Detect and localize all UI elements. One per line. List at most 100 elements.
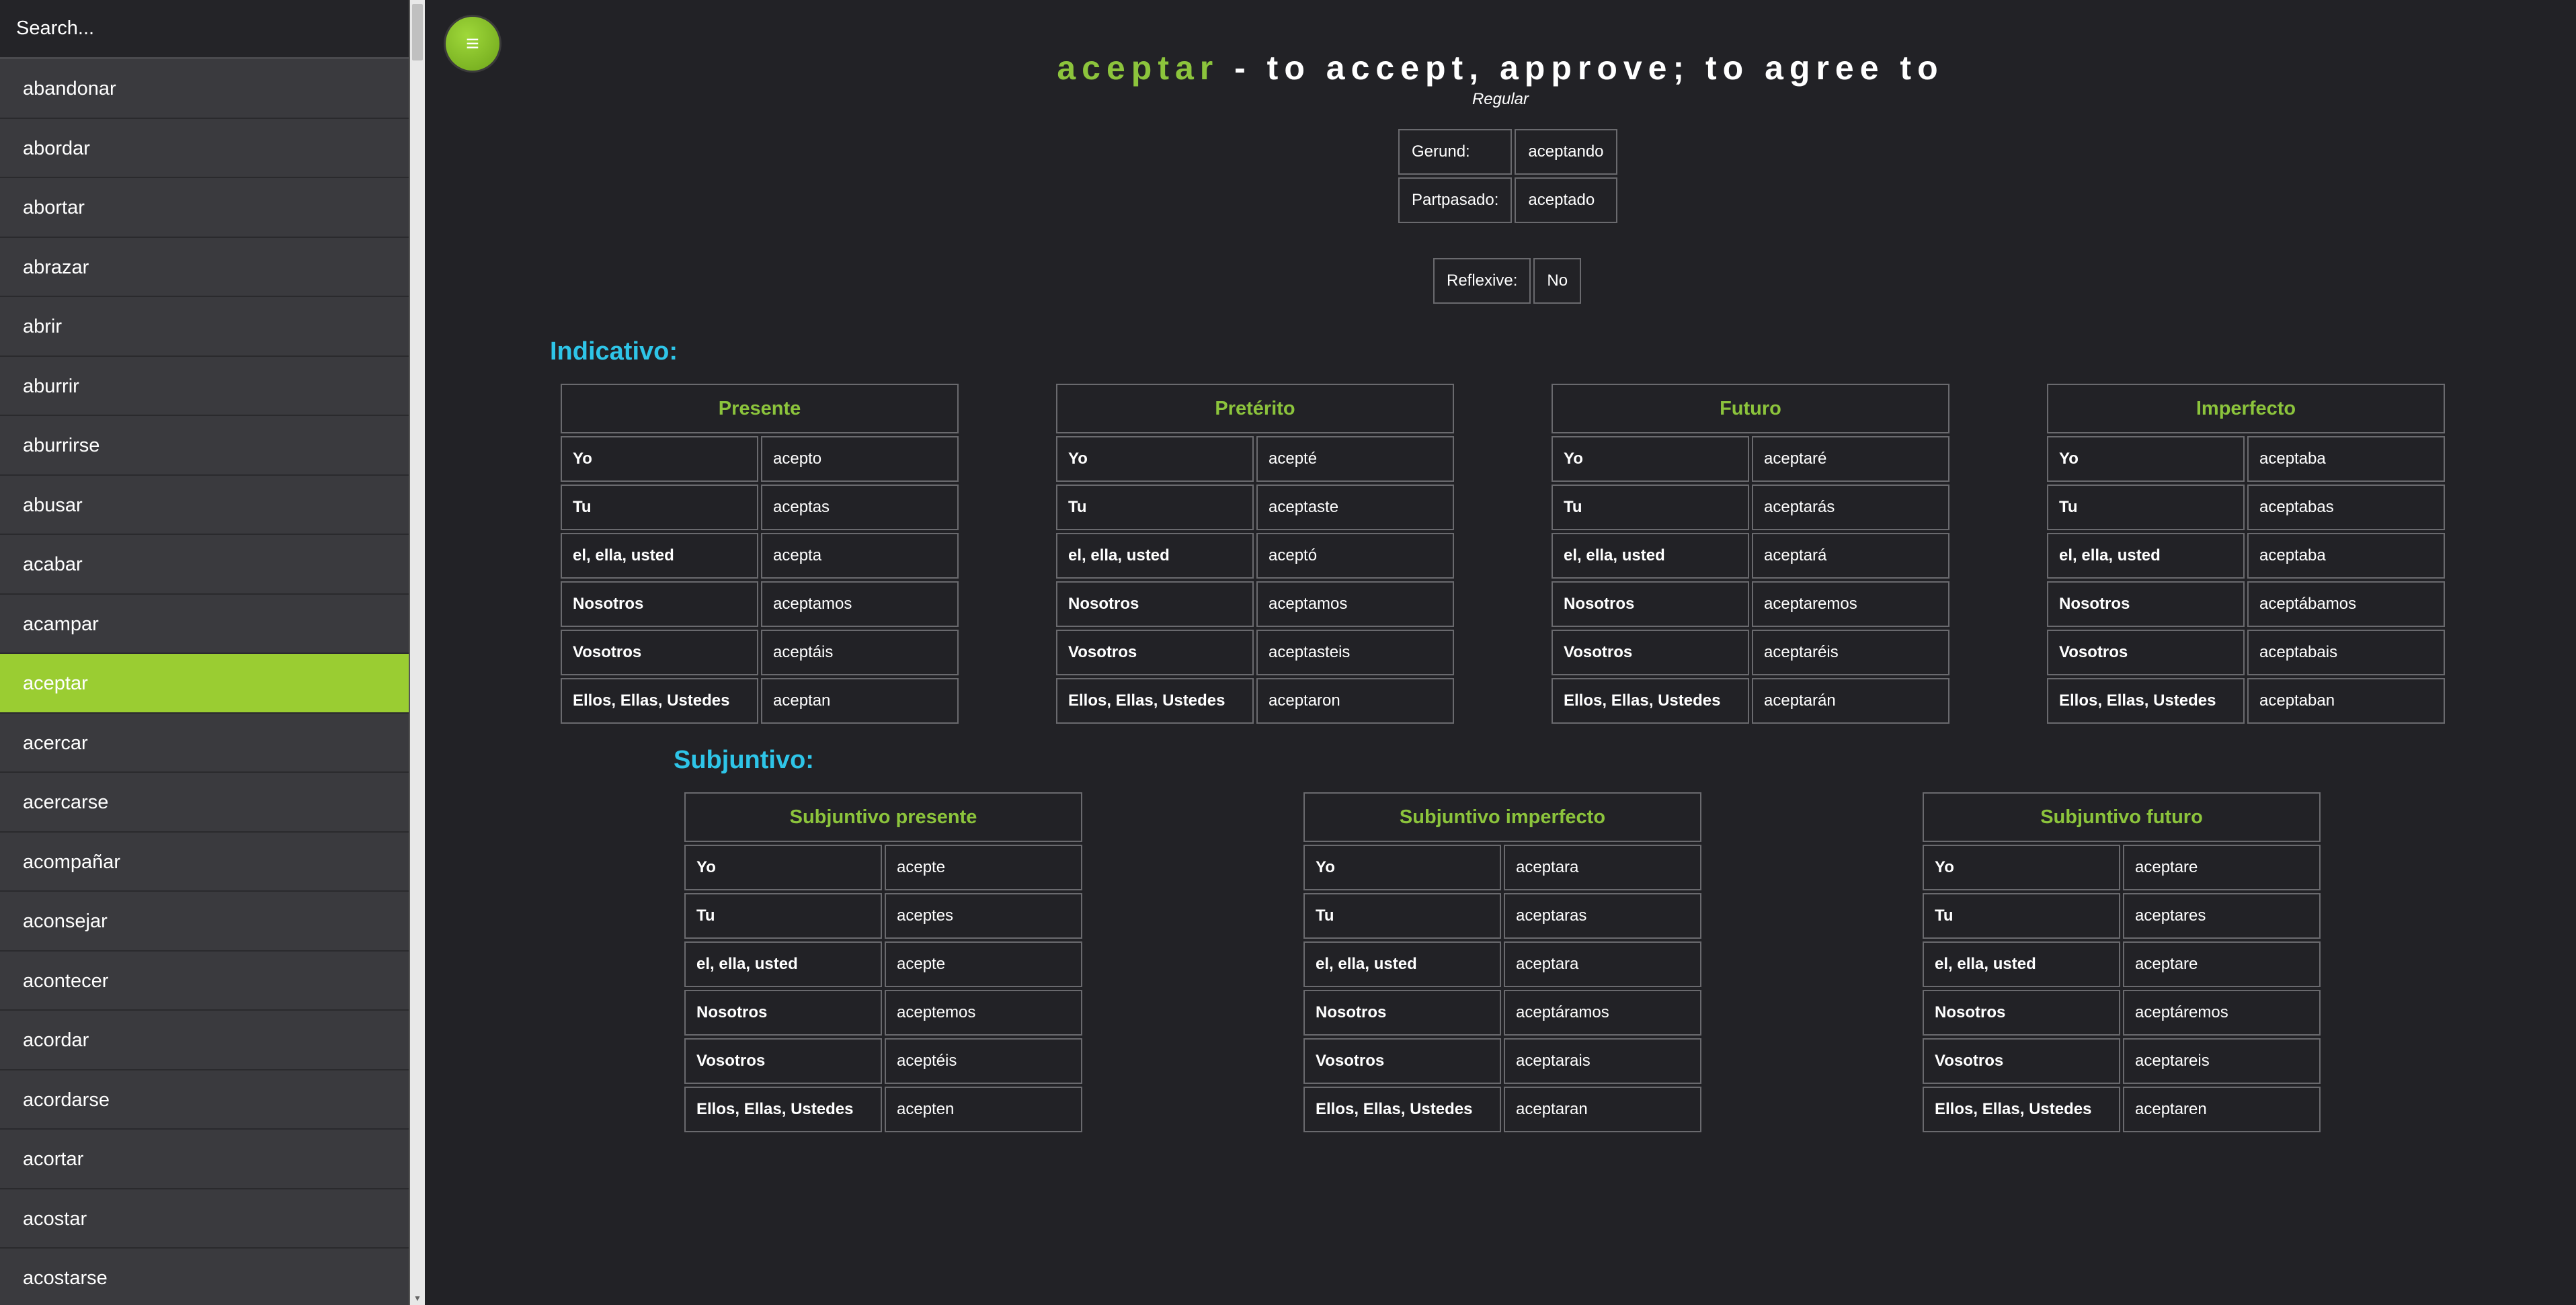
table-row: Nosotros aceptamos [1056,581,1454,627]
verb-type: Regular [1472,90,1529,108]
conjugation-cell: aceptará [1752,533,1949,579]
table-row: el, ella, usted aceptara [1303,941,1701,987]
conjugation-cell: aceptare [2123,845,2321,890]
page-title: aceptar - to accept, approve; to agree t… [425,48,2576,87]
table-row: el, ella, usted acepta [561,533,959,579]
pronoun-cell: Yo [1552,436,1749,482]
pronoun-cell: Vosotros [1552,630,1749,675]
pronoun-cell: Vosotros [684,1038,882,1084]
table-row: Vosotros aceptareis [1923,1038,2321,1084]
verb-list-item[interactable]: acampar [0,595,409,654]
conjugation-cell: aceptáremos [2123,990,2321,1036]
conjugation-cell: aceptaren [2123,1087,2321,1132]
scroll-thumb[interactable] [412,4,423,60]
table-row: Nosotros aceptáremos [1923,990,2321,1036]
conjugation-cell: aceptares [2123,893,2321,939]
table-row: Yo acepto [561,436,959,482]
table-row: el, ella, usted acepte [684,941,1082,987]
conjugation-cell: aceptes [885,893,1082,939]
conjugation-cell: aceptaba [2247,436,2445,482]
tense-header: Subjuntivo imperfecto [1303,792,1701,842]
verb-list-item[interactable]: abrazar [0,238,409,297]
gerund-value: aceptando [1515,129,1617,175]
verb-list-item[interactable]: acercar [0,714,409,773]
table-row: Ellos, Ellas, Ustedes aceptan [561,678,959,724]
tense-header: Imperfecto [2047,384,2445,433]
verb-list-item[interactable]: acostarse [0,1249,409,1305]
conjugation-cell: aceptáramos [1504,990,1701,1036]
verb-list-item[interactable]: abortar [0,178,409,238]
tense-header: Futuro [1552,384,1949,433]
verb-list-item[interactable]: acompañar [0,833,409,892]
verb-list-item[interactable]: acordar [0,1011,409,1070]
tense-header: Pretérito [1056,384,1454,433]
sidebar-scrollbar[interactable]: ▲ ▼ [410,0,425,1305]
pronoun-cell: el, ella, usted [1056,533,1254,579]
verb-list-item[interactable]: aconsejar [0,892,409,952]
table-row: Yo acepte [684,845,1082,890]
conjugation-cell: aceptéis [885,1038,1082,1084]
pronoun-cell: Vosotros [1303,1038,1501,1084]
conjugation-cell: acepte [885,845,1082,890]
verb-list-item[interactable]: acortar [0,1130,409,1189]
verb-list-item[interactable]: acercarse [0,773,409,833]
table-row: Ellos, Ellas, Ustedes aceptaban [2047,678,2445,724]
verb-list-item[interactable]: aburrir [0,357,409,416]
verb-list-item[interactable]: acabar [0,535,409,595]
table-row: Yo acepté [1056,436,1454,482]
conjugation-cell: aceptaba [2247,533,2445,579]
table-row: Tu aceptabas [2047,485,2445,530]
conjugation-cell: aceptáis [761,630,959,675]
verb-list-item[interactable]: abandonar [0,59,409,119]
tense-header: Subjuntivo presente [684,792,1082,842]
table-row: Vosotros aceptéis [684,1038,1082,1084]
search-input[interactable] [0,0,409,59]
scroll-down-arrow-icon[interactable]: ▼ [410,1292,425,1305]
table-row: Tu aceptarás [1552,485,1949,530]
verb-list-item[interactable]: aceptar [0,654,409,714]
pronoun-cell: Ellos, Ellas, Ustedes [1552,678,1749,724]
conjugation-cell: aceptaremos [1752,581,1949,627]
verb-forms-table: Gerund: aceptando Partpasado: aceptado [1396,126,1620,226]
conjugation-cell: aceptarán [1752,678,1949,724]
verb-list-item[interactable]: acordarse [0,1070,409,1130]
table-row: el, ella, usted aceptó [1056,533,1454,579]
table-row: Vosotros aceptarais [1303,1038,1701,1084]
pronoun-cell: Ellos, Ellas, Ustedes [1303,1087,1501,1132]
conjugation-table: Subjuntivo imperfecto Yo aceptara Tu aceptar… [1301,790,1704,1135]
conjugation-cell: aceptamos [1256,581,1454,627]
verb-list-item[interactable]: abrir [0,297,409,357]
verb-list-item[interactable]: aburrirse [0,416,409,476]
verb-list-item[interactable]: abusar [0,476,409,535]
table-row: Yo aceptaré [1552,436,1949,482]
conjugation-table: Subjuntivo presente Yo acepte Tu aceptes el, … [682,790,1085,1135]
conjugation-cell: aceptarais [1504,1038,1701,1084]
table-row: Ellos, Ellas, Ustedes aceptaren [1923,1087,2321,1132]
pronoun-cell: Tu [1552,485,1749,530]
conjugation-cell: aceptaban [2247,678,2445,724]
pronoun-cell: Yo [684,845,882,890]
conjugation-table: Subjuntivo futuro Yo aceptare Tu aceptares el… [1920,790,2323,1135]
table-row: Ellos, Ellas, Ustedes acepten [684,1087,1082,1132]
tense-header: Subjuntivo futuro [1923,792,2321,842]
verb-list-item[interactable]: acontecer [0,952,409,1011]
pronoun-cell: Nosotros [561,581,758,627]
pronoun-cell: Ellos, Ellas, Ustedes [1056,678,1254,724]
pronoun-cell: Tu [1923,893,2120,939]
verb-list: abandonar abordar abortar abrazar abrir aburr… [0,59,409,1305]
pronoun-cell: Vosotros [561,630,758,675]
conjugation-table: Presente Yo acepto Tu aceptas el, ella, usted… [558,381,961,726]
pronoun-cell: Ellos, Ellas, Ustedes [1923,1087,2120,1132]
table-row: Nosotros aceptáramos [1303,990,1701,1036]
tense-header-row: Imperfecto [2047,384,2445,433]
conjugation-cell: acepté [1256,436,1454,482]
verb-list-item[interactable]: acostar [0,1189,409,1249]
verb-list-item[interactable]: abordar [0,119,409,178]
table-row: Ellos, Ellas, Ustedes aceptaron [1056,678,1454,724]
pronoun-cell: el, ella, usted [2047,533,2245,579]
main-content: ≡ aceptar - to accept, approve; to agree… [425,0,2576,1305]
table-row: Nosotros aceptaremos [1552,581,1949,627]
conjugation-cell: aceptaréis [1752,630,1949,675]
pronoun-cell: Ellos, Ellas, Ustedes [2047,678,2245,724]
conjugation-cell: acepte [885,941,1082,987]
